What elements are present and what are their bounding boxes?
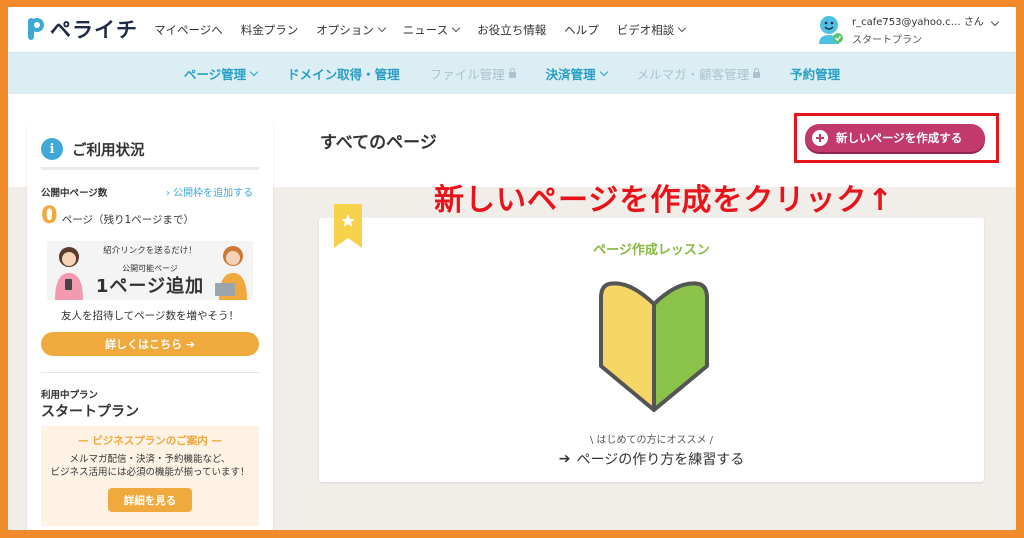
subnav-label: 予約管理 (790, 67, 841, 82)
woman-phone-illustration (55, 247, 83, 300)
invite-text: 友人を招待してページ数を増やそう！ (61, 310, 239, 322)
arrow-right-icon: ➔ (558, 451, 571, 467)
orange-frame: ペライチ マイページへ 料金プラン オプション ニュース お役立ち情報 ヘルプ … (0, 0, 1024, 538)
published-label: 公開中ページ数 (41, 188, 108, 199)
create-page-label: 新しいページを作成する (836, 131, 963, 145)
sidebar-title: ご利用状況 (72, 142, 145, 159)
user-plan: スタートプラン (852, 35, 922, 46)
chevron-down-icon (677, 23, 687, 33)
nav-pricing[interactable]: 料金プラン (241, 22, 299, 38)
top-header: ペライチ マイページへ 料金プラン オプション ニュース お役立ち情報 ヘルプ … (8, 7, 1016, 52)
info-icon: i (41, 138, 63, 160)
user-menu[interactable]: r_cafe753@yahoo.c… さん スタートプラン (816, 11, 1006, 49)
add-slot-link[interactable]: › 公開枠を追加する (166, 184, 253, 199)
subnav-label: ドメイン取得・管理 (287, 67, 400, 82)
nav-news[interactable]: ニュース (402, 22, 461, 38)
subnav-payment[interactable]: 決済管理 (545, 64, 608, 83)
plan-label: 利用中プラン (41, 390, 99, 401)
referral-banner[interactable]: 紹介リンクを送るだけ！ 公開可能ページ 1ページ追加 (47, 241, 253, 300)
user-suffix: さん (963, 17, 984, 28)
chevron-down-icon (249, 67, 259, 77)
divider (41, 372, 259, 373)
practice-link[interactable]: ➔ ページの作り方を練習する (319, 449, 984, 469)
banner-big-text: 1ページ追加 (95, 276, 205, 297)
sidebar-header: i ご利用状況 (41, 138, 145, 160)
create-page-button[interactable]: 新しいページを作成する (805, 124, 985, 152)
user-email: r_cafe753@yahoo.c… さん (852, 13, 1000, 28)
divider (41, 167, 259, 170)
promo-title: — ビジネスプランのご案内 — (78, 435, 222, 447)
lock-icon (508, 67, 516, 78)
chevron-down-icon (377, 23, 387, 33)
sub-nav: ページ管理 ドメイン取得・管理 ファイル管理 決済管理 メルマガ・顧客管理 予約… (8, 52, 1016, 95)
subnav-mailmag: メルマガ・顧客管理 (637, 64, 761, 83)
woman-laptop-illustration (215, 246, 247, 300)
nav-video-consult[interactable]: ビデオ相談 (616, 22, 687, 38)
page-count-text: ページ（残り1ページまで） (61, 214, 194, 226)
nav-mypage[interactable]: マイページへ (154, 22, 223, 38)
lesson-recommend: \ はじめての方にオススメ / (589, 435, 714, 446)
see-details-button[interactable]: 詳細を見る (108, 488, 192, 512)
logo-text: ペライチ (50, 18, 138, 42)
subnav-label: 決済管理 (545, 67, 596, 82)
lesson-card[interactable]: ページ作成レッスン \ はじめての方にオススメ / ➔ ページの作り方を練習する (319, 204, 984, 482)
subnav-label: ページ管理 (183, 67, 247, 82)
subnav-reservation[interactable]: 予約管理 (790, 64, 840, 83)
nav-help[interactable]: ヘルプ (564, 22, 599, 38)
nav-label: マイページへ (154, 22, 223, 37)
page-count: 0 ページ（残り1ページまで） (41, 201, 194, 229)
beginner-mark-icon (599, 281, 709, 412)
p-logo-icon (28, 18, 44, 40)
chevron-down-icon (990, 17, 1000, 27)
business-plan-promo: — ビジネスプランのご案内 — メルマガ配信・決済・予約機能など、 ビジネス活用… (41, 426, 259, 526)
chevron-down-icon (451, 23, 461, 33)
plan-name: スタートプラン (41, 404, 139, 420)
chevron-down-icon (599, 67, 608, 77)
top-nav: マイページへ 料金プラン オプション ニュース お役立ち情報 ヘルプ ビデオ相談 (154, 7, 703, 52)
nav-label: ニュース (402, 22, 449, 37)
subnav-label: メルマガ・顧客管理 (636, 67, 750, 82)
lock-icon (753, 67, 761, 78)
usage-sidebar: i ご利用状況 公開中ページ数 › 公開枠を追加する 0 ページ（残り1ページま… (27, 123, 273, 530)
nav-label: 料金プラン (240, 22, 299, 37)
annotation-text: 新しいページを作成をクリック↑ (434, 183, 894, 218)
nav-label: ビデオ相談 (616, 22, 675, 37)
nav-options[interactable]: オプション (316, 22, 387, 38)
subnav-label: ファイル管理 (429, 67, 505, 82)
page-count-number: 0 (41, 201, 58, 229)
user-email-text: r_cafe753@yahoo.c… (852, 17, 961, 28)
promo-line-2: ビジネス活用には必須の機能が揃っています！ (50, 467, 250, 478)
subnav-domain[interactable]: ドメイン取得・管理 (287, 64, 400, 83)
plus-circle-icon (812, 130, 828, 146)
app-window: ペライチ マイページへ 料金プラン オプション ニュース お役立ち情報 ヘルプ … (8, 7, 1016, 530)
subnav-page-management[interactable]: ページ管理 (183, 64, 259, 83)
banner-small-text: 紹介リンクを送るだけ！ (103, 246, 197, 256)
promo-text: メルマガ配信・決済・予約機能など、 ビジネス活用には必須の機能が揃っています！ (41, 453, 259, 479)
lesson-title: ページ作成レッスン (593, 243, 710, 258)
promo-line-1: メルマガ配信・決済・予約機能など、 (69, 454, 231, 465)
nav-label: お役立ち情報 (477, 22, 547, 37)
nav-tips[interactable]: お役立ち情報 (477, 22, 546, 38)
details-button[interactable]: 詳しくはこちら ➔ (41, 332, 259, 356)
highlight-box: 新しいページを作成する (794, 113, 999, 163)
logo[interactable]: ペライチ (26, 13, 138, 45)
nav-label: オプション (316, 22, 374, 37)
page-title: すべてのページ (320, 133, 437, 153)
nav-label: ヘルプ (564, 22, 599, 37)
subnav-file-management: ファイル管理 (430, 64, 516, 83)
smiley-avatar-icon (819, 16, 843, 44)
practice-link-label: ページの作り方を練習する (576, 452, 745, 468)
